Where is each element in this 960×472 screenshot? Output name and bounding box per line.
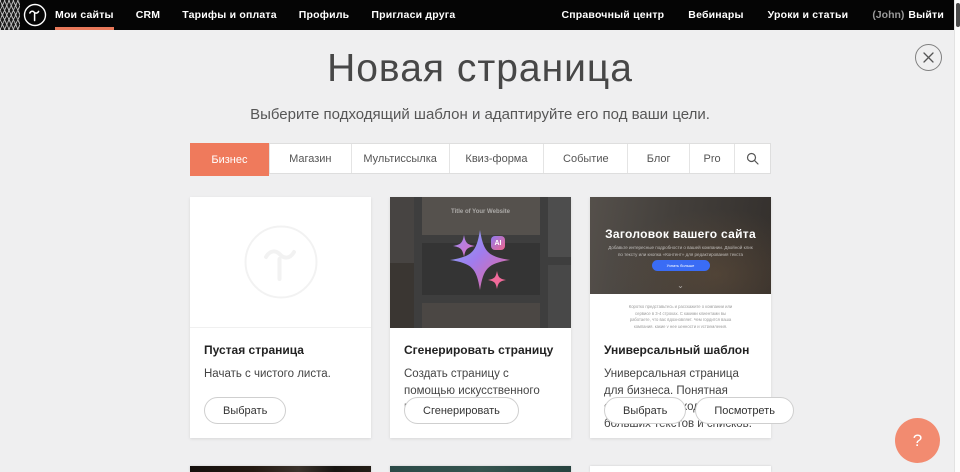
main-nav: Мои сайты CRM Тарифы и оплата Профиль Пр… [55,0,455,30]
template-about-text: Коротко представьтесь и расскажите о ком… [624,304,737,328]
secondary-nav: Справочный центр Вебинары Уроки и статьи… [561,0,944,30]
page-edge-texture [0,0,20,30]
blank-page-preview [190,197,371,328]
ai-preview: Title of Your Website AI [390,197,571,328]
nav-invite-friend[interactable]: Пригласи друга [371,0,455,30]
page-title: Новая страница [0,47,960,91]
next-row-card-preview-1 [190,466,371,472]
card-title: Универсальный шаблон [604,343,757,357]
search-tab[interactable] [734,144,770,173]
ai-badge: AI [491,236,505,250]
template-cta-button: Узнать больше [652,260,710,271]
tab-business[interactable]: Бизнес [190,143,269,176]
tab-quiz-form[interactable]: Квиз-форма [449,144,544,173]
select-blank-button[interactable]: Выбрать [204,397,286,424]
nav-billing[interactable]: Тарифы и оплата [182,0,277,30]
tab-blog[interactable]: Блог [627,144,689,173]
new-page-dialog: Новая страница Выберите подходящий шабло… [0,30,960,472]
tab-multilink[interactable]: Мультиссылка [351,144,449,173]
tilda-logo-icon[interactable] [23,3,47,27]
page-subtitle: Выберите подходящий шаблон и адаптируйте… [0,106,960,123]
card-title: Сгенерировать страницу [404,343,557,357]
tab-pro[interactable]: Pro [689,144,734,173]
template-hero-heading: Заголовок вашего сайта [590,227,771,241]
preview-template-button[interactable]: Посмотреть [695,397,794,424]
card-description: Начать с чистого листа. [204,366,357,383]
user-name: (John) [872,0,904,30]
tilda-watermark-icon [244,225,318,299]
nav-webinars[interactable]: Вебинары [688,0,743,30]
generate-button[interactable]: Сгенерировать [404,397,519,424]
logout-link[interactable]: Выйти [908,0,944,30]
nav-lessons[interactable]: Уроки и статьи [768,0,849,30]
template-card-ai: Title of Your Website AI [390,197,571,438]
template-hero-subheading: Добавьте интересные подробности о вашей … [608,245,753,259]
help-button[interactable]: ? [895,418,940,463]
topbar: Мои сайты CRM Тарифы и оплата Профиль Пр… [0,0,960,30]
nav-my-sites[interactable]: Мои сайты [55,0,114,30]
tab-shop[interactable]: Магазин [269,144,351,173]
next-row-card-preview-3 [590,466,771,472]
search-icon [746,152,759,165]
ai-sparkle-icon [390,197,571,328]
template-hero: Заголовок вашего сайта Добавьте интересн… [590,197,771,294]
card-title: Пустая страница [204,343,357,357]
universal-template-preview: Заголовок вашего сайта Добавьте интересн… [590,197,771,328]
card-body: Универсальный шаблон Универсальная стран… [590,328,771,438]
card-body: Сгенерировать страницу Создать страницу … [390,328,571,438]
next-row-card-preview-2 [390,466,571,472]
vertical-scrollbar[interactable] [954,0,960,472]
scrollbar-thumb[interactable] [956,3,960,27]
nav-profile[interactable]: Профиль [299,0,350,30]
template-category-tabs: Бизнес Магазин Мультиссылка Квиз-форма С… [190,143,771,174]
template-card-universal: Заголовок вашего сайта Добавьте интересн… [590,197,771,438]
nav-crm[interactable]: CRM [136,0,161,30]
tab-event[interactable]: Событие [543,144,627,173]
card-body: Пустая страница Начать с чистого листа. … [190,328,371,438]
template-card-blank: Пустая страница Начать с чистого листа. … [190,197,371,438]
chevron-down-icon: ⌄ [677,281,684,290]
select-template-button[interactable]: Выбрать [604,397,686,424]
nav-help-center[interactable]: Справочный центр [561,0,664,30]
